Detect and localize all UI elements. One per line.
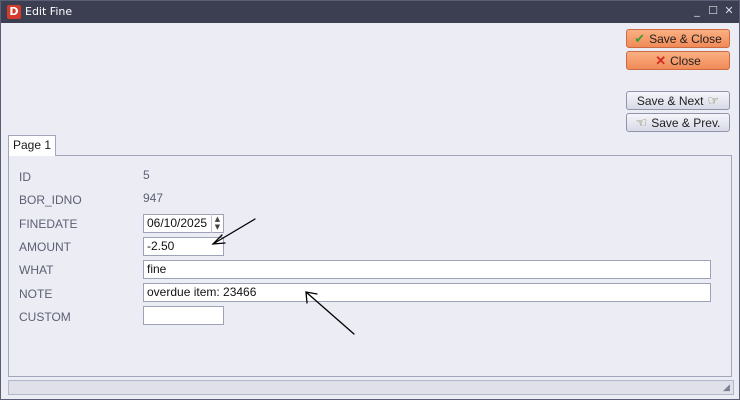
- bor-idno-value: 947: [143, 191, 164, 205]
- check-icon: ✔: [634, 31, 646, 46]
- save-close-button[interactable]: ✔ Save & Close: [626, 29, 730, 48]
- close-button[interactable]: ✕ Close: [626, 51, 730, 70]
- what-input[interactable]: fine: [143, 260, 711, 279]
- note-input[interactable]: overdue item: 23466: [143, 283, 711, 302]
- spin-down-icon[interactable]: ▼: [212, 223, 223, 231]
- close-label: Close: [670, 53, 701, 68]
- maximize-icon[interactable]: ☐: [707, 5, 719, 17]
- title-bar[interactable]: D Edit Fine _ ☐ ✕: [1, 1, 739, 23]
- save-next-button[interactable]: Save & Next ☞: [626, 91, 730, 110]
- resize-grip-icon[interactable]: ◢: [723, 383, 730, 393]
- id-label: ID: [19, 170, 31, 184]
- custom-input[interactable]: [143, 306, 224, 325]
- what-label: WHAT: [19, 263, 54, 277]
- app-icon: D: [7, 5, 21, 19]
- finedate-label: FINEDATE: [19, 217, 78, 231]
- edit-fine-window: D Edit Fine _ ☐ ✕ ✔ Save & Close ✕ Close…: [0, 0, 740, 400]
- save-prev-label: Save & Prev.: [651, 115, 721, 130]
- x-icon: ✕: [655, 53, 667, 68]
- note-label: NOTE: [19, 287, 53, 301]
- save-prev-button[interactable]: ☜ Save & Prev.: [626, 113, 730, 132]
- minimize-icon[interactable]: _: [691, 5, 703, 17]
- window-title: Edit Fine: [25, 5, 73, 18]
- status-bar: [8, 380, 734, 395]
- bor-idno-label: BOR_IDNO: [19, 193, 82, 207]
- save-next-label: Save & Next: [636, 93, 704, 108]
- id-value: 5: [143, 168, 150, 182]
- custom-label: CUSTOM: [19, 310, 71, 324]
- date-spinner[interactable]: ▲ ▼: [211, 214, 223, 233]
- spin-up-icon[interactable]: ▲: [212, 215, 223, 223]
- hand-pointing-left-icon: ☜: [635, 115, 648, 130]
- amount-input[interactable]: -2.50: [143, 237, 224, 256]
- save-close-label: Save & Close: [649, 31, 722, 46]
- close-window-icon[interactable]: ✕: [723, 5, 735, 17]
- amount-label: AMOUNT: [19, 240, 71, 254]
- hand-pointing-right-icon: ☞: [707, 93, 720, 108]
- tab-page-1[interactable]: Page 1: [8, 135, 56, 156]
